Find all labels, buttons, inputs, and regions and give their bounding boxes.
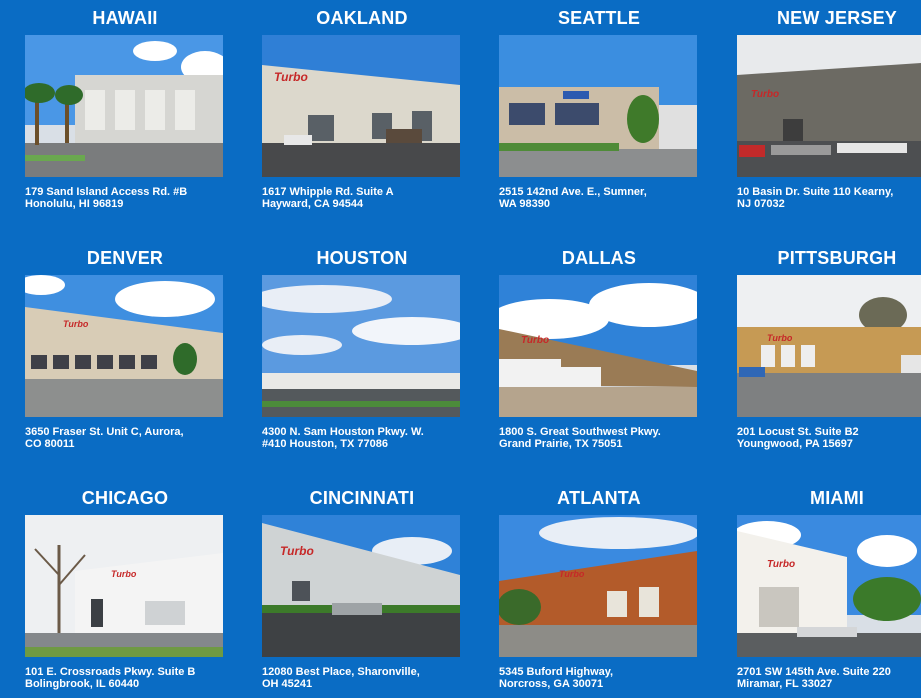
- address: 1617 Whipple Rd. Suite A Hayward, CA 945…: [262, 186, 394, 210]
- city-name: OAKLAND: [316, 8, 408, 28]
- address: 12080 Best Place, Sharonville, OH 45241: [262, 666, 420, 690]
- building-photo: Turbo: [262, 515, 460, 657]
- address: 2701 SW 145th Ave. Suite 220 Miramar, FL…: [737, 666, 891, 690]
- logo-text: Turbo: [111, 569, 137, 579]
- building-photo: Turbo: [25, 275, 223, 417]
- logo-text: Turbo: [274, 70, 308, 84]
- building-photo: Turbo: [737, 515, 921, 657]
- city-name: HAWAII: [92, 8, 158, 28]
- logo-text: Turbo: [280, 544, 314, 558]
- city-name: NEW JERSEY: [776, 8, 898, 28]
- city-name: DALLAS: [561, 248, 637, 268]
- address: 201 Locust St. Suite B2 Youngwood, PA 15…: [737, 426, 859, 450]
- logo-text: Turbo: [521, 335, 549, 346]
- locations-grid: HAWAII 179 Sand Island Access Rd. #B Hon…: [0, 0, 921, 698]
- address: 179 Sand Island Access Rd. #B Honolulu, …: [25, 186, 188, 210]
- building-photo: [262, 275, 460, 417]
- address: 3650 Fraser St. Unit C, Aurora, CO 80011: [25, 426, 184, 450]
- building-photo: Turbo: [25, 515, 223, 657]
- address: 2515 142nd Ave. E., Sumner, WA 98390: [499, 186, 647, 210]
- city-name: SEATTLE: [557, 8, 641, 28]
- building-photo: Turbo: [499, 515, 697, 657]
- city-name: ATLANTA: [557, 488, 641, 508]
- address: 101 E. Crossroads Pkwy. Suite B Bolingbr…: [25, 666, 196, 690]
- address: 5345 Buford Highway, Norcross, GA 30071: [499, 666, 614, 690]
- building-photo: [499, 35, 697, 177]
- city-name: HOUSTON: [316, 248, 408, 268]
- logo-text: Turbo: [767, 333, 793, 343]
- city-name: DENVER: [86, 248, 164, 268]
- logo-text: Turbo: [767, 559, 795, 570]
- building-photo: [25, 35, 223, 177]
- building-photo: Turbo: [737, 35, 921, 177]
- address: 4300 N. Sam Houston Pkwy. W. #410 Housto…: [262, 426, 424, 450]
- building-photo: Turbo: [737, 275, 921, 417]
- logo-text: Turbo: [559, 569, 585, 579]
- city-name: CHICAGO: [81, 488, 169, 508]
- building-photo: Turbo: [262, 35, 460, 177]
- building-photo: Turbo: [499, 275, 697, 417]
- logo-text: Turbo: [751, 89, 779, 100]
- city-name: MIAMI: [810, 488, 864, 508]
- city-name: PITTSBURGH: [777, 248, 897, 268]
- city-name: CINCINNATI: [309, 488, 415, 508]
- address: 10 Basin Dr. Suite 110 Kearny, NJ 07032: [737, 186, 894, 210]
- address: 1800 S. Great Southwest Pkwy. Grand Prai…: [499, 426, 661, 450]
- logo-text: Turbo: [63, 319, 89, 329]
